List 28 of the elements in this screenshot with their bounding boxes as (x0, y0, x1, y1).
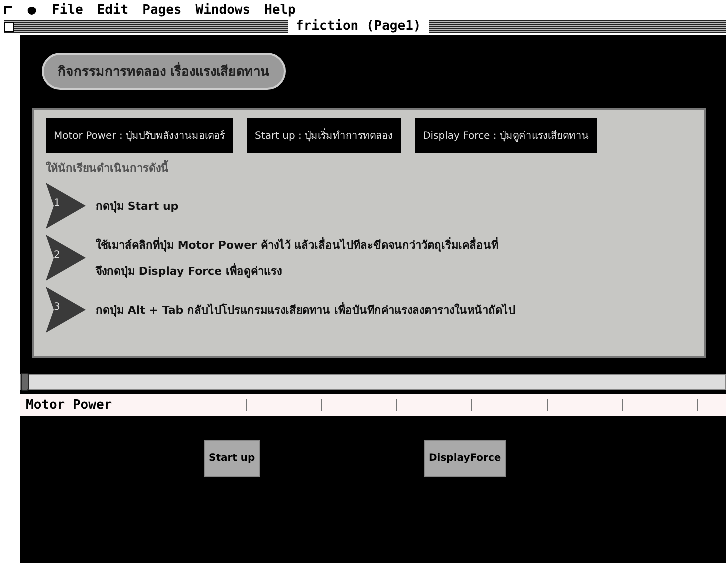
action-button[interactable]: DisplayForce (424, 440, 506, 477)
menu-item[interactable]: Windows (196, 2, 251, 18)
slider-label: Motor Power (25, 398, 114, 412)
step-number: 2 (54, 250, 60, 261)
action-button[interactable]: Start up (204, 440, 260, 477)
corner-mark (4, 6, 12, 14)
menu-item[interactable]: File (52, 2, 84, 18)
banner-title: กิจกรรมการทดลอง เรื่องแรงเสียดทาน (42, 53, 286, 90)
arrow-icon (46, 287, 86, 333)
slider-thumb[interactable] (21, 373, 29, 391)
step-text: กดปุ่ม Start up (96, 199, 179, 215)
step-text: จึงกดปุ่ม Display Force เพื่อดูค่าแรง (96, 262, 283, 280)
slider-track[interactable] (20, 374, 726, 390)
menu-item[interactable]: Edit (97, 2, 129, 18)
legend-label: Start up : ปุ่มเริ่มทำการทดลอง (247, 118, 402, 153)
instruction-heading: ให้นักเรียนดำเนินการดังนี้ (46, 159, 170, 177)
window-title: friction (Page1) (288, 20, 430, 33)
step-number: 3 (54, 302, 60, 313)
legend-label: Motor Power : ปุ่มปรับพลังงานมอเตอร์ (46, 118, 234, 153)
step-number: 1 (54, 198, 60, 209)
menu-item[interactable]: Pages (142, 2, 182, 18)
arrow-icon (46, 183, 86, 229)
arrow-icon (46, 235, 86, 281)
close-box[interactable] (4, 22, 14, 32)
step-text: ใช้เมาส์คลิกที่ปุ่ม Motor Power ค้างไว้ แล้วเลื่อนไปทีละขีดจนกว่าวัตถุเริ่มเคลื่อนที่ (96, 236, 499, 254)
step-text: กดปุ่ม Alt + Tab กลับไปโปรแกรมแรงเสียดทาน เพื่อบันทึกค่าแรงลงตารางในหน้าถัดไป (96, 301, 516, 319)
legend-label: Display Force : ปุ่มดูค่าแรงเสียดทาน (415, 118, 597, 153)
menu-item[interactable]: Help (264, 2, 296, 18)
